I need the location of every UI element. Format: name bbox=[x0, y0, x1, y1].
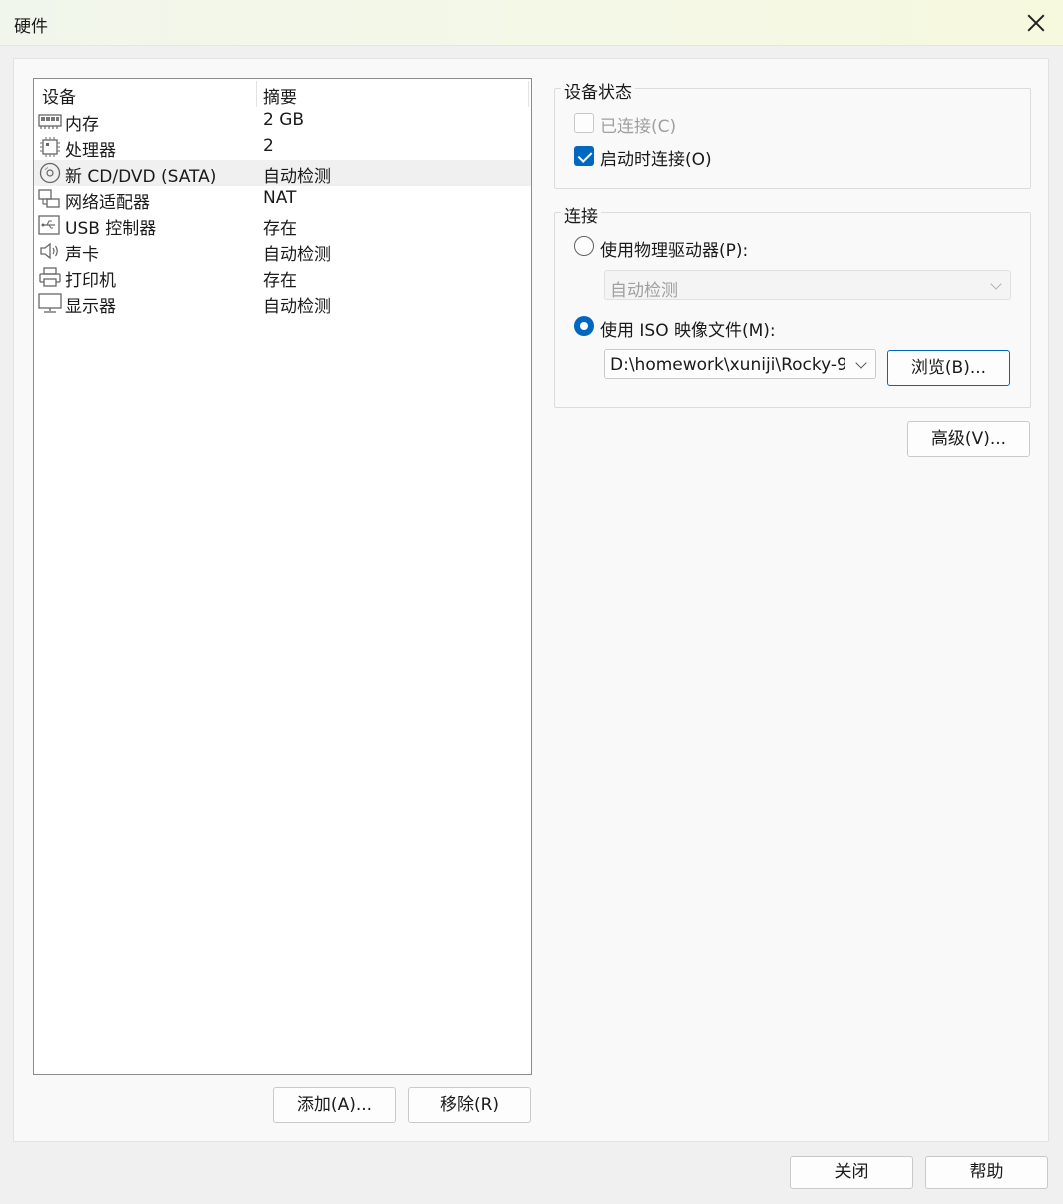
device-summary: 自动检测 bbox=[263, 297, 331, 317]
cpu-icon bbox=[40, 137, 60, 157]
close-button[interactable]: 关闭 bbox=[790, 1156, 913, 1189]
physical-drive-select[interactable]: 自动检测 bbox=[604, 270, 1011, 300]
device-summary: 2 bbox=[263, 136, 274, 156]
device-status-title: 设备状态 bbox=[561, 78, 635, 103]
speaker-icon bbox=[40, 242, 58, 260]
iso-image-label: 使用 ISO 映像文件(M): bbox=[600, 321, 776, 341]
connection-title: 连接 bbox=[561, 202, 601, 227]
device-row-cpu[interactable]: 处理器 2 bbox=[34, 134, 531, 161]
browse-button[interactable]: 浏览(B)... bbox=[887, 350, 1010, 386]
printer-icon bbox=[39, 267, 61, 287]
column-header-device[interactable]: 设备 bbox=[42, 83, 76, 108]
device-summary: NAT bbox=[263, 188, 297, 208]
device-summary: 2 GB bbox=[263, 110, 305, 130]
iso-image-radio[interactable] bbox=[574, 316, 594, 336]
physical-drive-label: 使用物理驱动器(P): bbox=[600, 241, 749, 261]
connected-label: 已连接(C) bbox=[600, 117, 677, 137]
device-name: USB 控制器 bbox=[65, 219, 157, 239]
chevron-down-icon bbox=[990, 278, 1002, 290]
connect-at-power-on-checkbox[interactable] bbox=[574, 146, 594, 166]
device-status-group bbox=[554, 88, 1031, 189]
column-divider bbox=[528, 81, 529, 107]
usb-icon bbox=[38, 215, 60, 235]
iso-path-value: D:\homework\xuniji\Rocky-9.6 bbox=[610, 355, 865, 375]
device-name: 新 CD/DVD (SATA) bbox=[65, 167, 217, 187]
device-summary: 自动检测 bbox=[263, 167, 331, 187]
physical-drive-value: 自动检测 bbox=[610, 281, 678, 300]
device-row-display[interactable]: 显示器 自动检测 bbox=[34, 290, 531, 317]
device-summary: 自动检测 bbox=[263, 245, 331, 265]
device-row-memory[interactable]: 内存 2 GB bbox=[34, 108, 531, 135]
device-row-network[interactable]: 网络适配器 NAT bbox=[34, 186, 531, 213]
device-summary: 存在 bbox=[263, 219, 297, 239]
column-header-summary[interactable]: 摘要 bbox=[263, 83, 297, 108]
monitor-icon bbox=[38, 293, 62, 313]
memory-icon bbox=[38, 114, 62, 129]
device-summary: 存在 bbox=[263, 271, 297, 291]
device-list[interactable]: 设备 摘要 内存 2 GB 处理器 2 新 CD/DVD (SATA) 自动检测… bbox=[33, 78, 532, 1075]
close-icon[interactable] bbox=[1021, 8, 1051, 38]
connect-at-power-on-label: 启动时连接(O) bbox=[600, 150, 712, 170]
connected-checkbox[interactable] bbox=[574, 113, 594, 133]
cd-dvd-icon bbox=[39, 162, 61, 184]
device-row-sound[interactable]: 声卡 自动检测 bbox=[34, 238, 531, 265]
device-name: 显示器 bbox=[65, 297, 116, 317]
device-row-usb[interactable]: USB 控制器 存在 bbox=[34, 212, 531, 239]
title-bar: 硬件 bbox=[0, 0, 1063, 46]
device-row-printer[interactable]: 打印机 存在 bbox=[34, 264, 531, 291]
list-header: 设备 摘要 bbox=[34, 79, 531, 108]
network-adapter-icon bbox=[38, 189, 60, 208]
device-name: 网络适配器 bbox=[65, 193, 150, 213]
device-name: 打印机 bbox=[65, 271, 116, 291]
window-title: 硬件 bbox=[14, 17, 48, 37]
iso-path-combo[interactable]: D:\homework\xuniji\Rocky-9.6 bbox=[604, 349, 876, 379]
device-name: 声卡 bbox=[65, 245, 99, 265]
column-divider[interactable] bbox=[256, 81, 257, 107]
help-button[interactable]: 帮助 bbox=[925, 1156, 1048, 1189]
physical-drive-radio[interactable] bbox=[574, 236, 594, 256]
device-row-cd-dvd[interactable]: 新 CD/DVD (SATA) 自动检测 bbox=[34, 160, 531, 187]
advanced-button[interactable]: 高级(V)... bbox=[907, 421, 1030, 457]
device-name: 处理器 bbox=[65, 141, 116, 161]
device-name: 内存 bbox=[65, 115, 99, 135]
add-button[interactable]: 添加(A)... bbox=[273, 1087, 396, 1123]
remove-button[interactable]: 移除(R) bbox=[408, 1087, 531, 1123]
